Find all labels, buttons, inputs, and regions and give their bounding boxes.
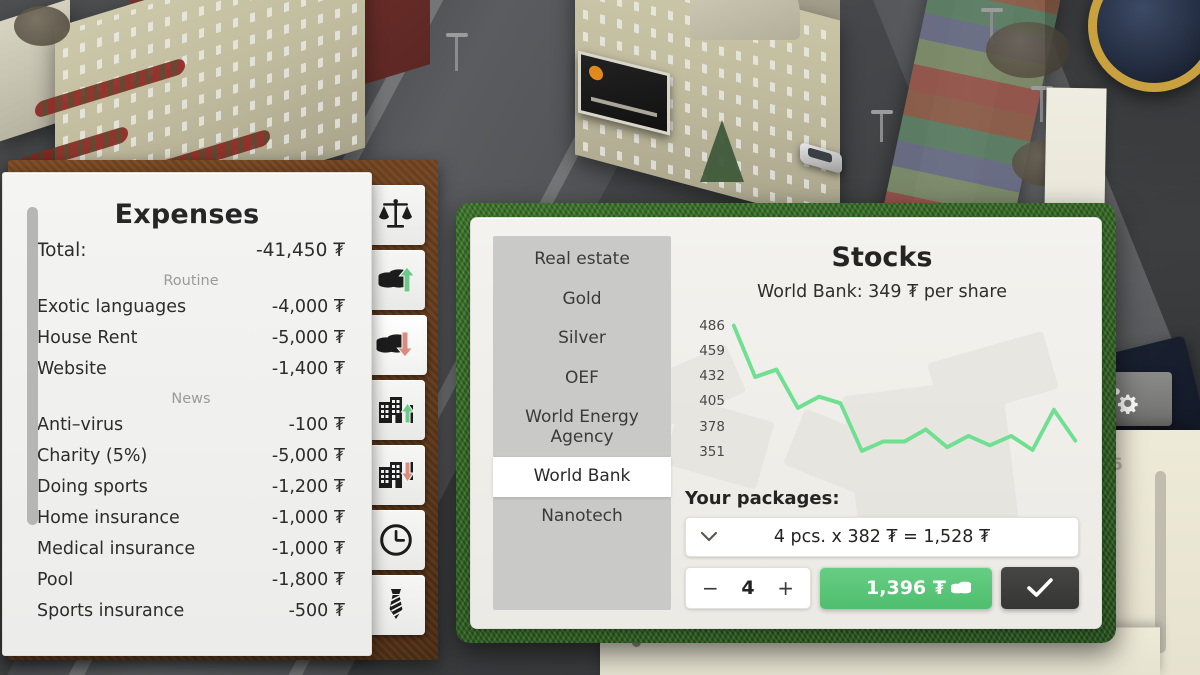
billboard-text xyxy=(591,97,657,117)
finance-tab-strip xyxy=(367,185,433,640)
stock-selector-list: Real estate Gold Silver OEF World Energy… xyxy=(493,236,671,610)
tab-career[interactable] xyxy=(367,575,425,635)
expenses-scrollbar-thumb[interactable] xyxy=(27,207,38,525)
your-packages-label: Your packages: xyxy=(685,488,1079,509)
expense-value: -1,000 ₮ xyxy=(272,539,345,559)
confirm-button[interactable] xyxy=(1001,567,1079,609)
quantity-stepper[interactable]: − 4 + xyxy=(685,567,811,609)
street-lamp xyxy=(880,112,883,142)
expenses-list: Total: -41,450 ₮ Routine Exotic language… xyxy=(37,238,345,627)
expense-value: -1,200 ₮ xyxy=(272,477,345,497)
coins-down-arrow-expenses-icon xyxy=(375,329,413,361)
quantity-value: 4 xyxy=(741,577,754,599)
stocks-title: Stocks xyxy=(685,242,1079,273)
game-screen: 1.8.5 m xyxy=(0,0,1200,675)
stock-item-nanotech[interactable]: Nanotech xyxy=(493,497,671,537)
expense-value: -5,000 ₮ xyxy=(272,446,345,466)
expense-label: Doing sports xyxy=(37,477,148,497)
stock-item-world-energy-agency[interactable]: World Energy Agency xyxy=(493,398,671,457)
expense-label: Anti–virus xyxy=(37,415,123,435)
expenses-scrollbar-track[interactable] xyxy=(15,187,26,643)
coins-up-arrow-income-icon xyxy=(377,264,415,296)
street-lamp xyxy=(1040,88,1043,122)
tab-assets-decline[interactable] xyxy=(367,445,425,505)
expenses-total-value: -41,450 ₮ xyxy=(256,240,345,261)
coins-icon xyxy=(950,578,974,598)
building-down-arrow-icon xyxy=(377,459,415,491)
stock-item-gold[interactable]: Gold xyxy=(493,280,671,320)
necktie-icon xyxy=(381,587,411,623)
stock-item-oef[interactable]: OEF xyxy=(493,359,671,399)
expense-row: Home insurance -1,000 ₮ xyxy=(37,503,345,534)
christmas-tree xyxy=(700,120,744,182)
clock-icon xyxy=(379,523,413,557)
stocks-price-subtitle: World Bank: 349 ₮ per share xyxy=(685,282,1079,302)
chart-line-plot xyxy=(685,312,1079,482)
billboard-logo xyxy=(589,64,603,81)
expense-row: Doing sports -1,200 ₮ xyxy=(37,472,345,503)
buy-button-label: 1,396 ₮ xyxy=(866,577,946,599)
expense-value: -1,800 ₮ xyxy=(272,570,345,590)
expense-row: Sports insurance -500 ₮ xyxy=(37,596,345,627)
scales-balance-icon xyxy=(378,198,414,232)
expense-row: House Rent -5,000 ₮ xyxy=(37,323,345,354)
expense-value: -4,000 ₮ xyxy=(272,297,345,317)
expense-label: House Rent xyxy=(37,328,138,348)
stock-item-silver[interactable]: Silver xyxy=(493,319,671,359)
expense-value: -1,400 ₮ xyxy=(272,359,345,379)
tree xyxy=(14,6,70,46)
expense-row: Anti–virus -100 ₮ xyxy=(37,410,345,441)
stock-item-world-bank[interactable]: World Bank xyxy=(493,457,671,497)
expenses-group-header: News xyxy=(37,385,345,410)
package-dropdown[interactable]: 4 pcs. x 382 ₮ = 1,528 ₮ xyxy=(685,517,1079,557)
building-tower xyxy=(690,0,800,40)
expense-value: -5,000 ₮ xyxy=(272,328,345,348)
package-value: 4 pcs. x 382 ₮ = 1,528 ₮ xyxy=(732,527,1078,547)
check-icon xyxy=(1026,577,1054,599)
expenses-total-label: Total: xyxy=(37,240,86,261)
expense-label: Pool xyxy=(37,570,73,590)
expense-label: Exotic languages xyxy=(37,297,186,317)
stocks-dialog: Real estate Gold Silver OEF World Energy… xyxy=(456,203,1116,643)
decrement-button[interactable]: − xyxy=(702,576,719,600)
tab-income[interactable] xyxy=(367,250,425,310)
stocks-main-area: Stocks World Bank: 349 ₮ per share 48645… xyxy=(671,218,1101,628)
expense-row: Website -1,400 ₮ xyxy=(37,354,345,385)
stocks-dialog-body: Real estate Gold Silver OEF World Energy… xyxy=(470,217,1102,629)
tab-balance[interactable] xyxy=(367,185,425,245)
expense-label: Website xyxy=(37,359,107,379)
chevron-down-icon xyxy=(686,531,732,543)
expense-label: Home insurance xyxy=(37,508,180,528)
expense-value: -500 ₮ xyxy=(289,601,345,621)
building-up-arrow-icon xyxy=(377,394,415,426)
expense-row: Medical insurance -1,000 ₮ xyxy=(37,534,345,565)
expense-row: Charity (5%) -5,000 ₮ xyxy=(37,441,345,472)
stocks-controls-row: − 4 + 1,396 ₮ xyxy=(685,567,1079,609)
stock-item-real-estate[interactable]: Real estate xyxy=(493,240,671,280)
expenses-group-header: Routine xyxy=(37,267,345,292)
expense-row: Pool -1,800 ₮ xyxy=(37,565,345,596)
increment-button[interactable]: + xyxy=(777,576,794,600)
right-panel-scrollbar[interactable] xyxy=(1155,471,1166,653)
expense-row: Exotic languages -4,000 ₮ xyxy=(37,292,345,323)
tab-assets-growth[interactable] xyxy=(367,380,425,440)
expense-label: Sports insurance xyxy=(37,601,184,621)
tab-time[interactable] xyxy=(367,510,425,570)
expense-value: -1,000 ₮ xyxy=(272,508,345,528)
expenses-title: Expenses xyxy=(3,199,371,230)
buy-button[interactable]: 1,396 ₮ xyxy=(820,567,992,609)
expense-label: Charity (5%) xyxy=(37,446,147,466)
expenses-total-row: Total: -41,450 ₮ xyxy=(37,238,345,267)
expenses-panel: Expenses Total: -41,450 ₮ Routine Exotic… xyxy=(2,172,372,656)
street-lamp xyxy=(455,35,458,71)
expense-label: Medical insurance xyxy=(37,539,195,559)
stock-price-chart: 486459432405378351 xyxy=(685,312,1079,482)
expense-value: -100 ₮ xyxy=(289,415,345,435)
